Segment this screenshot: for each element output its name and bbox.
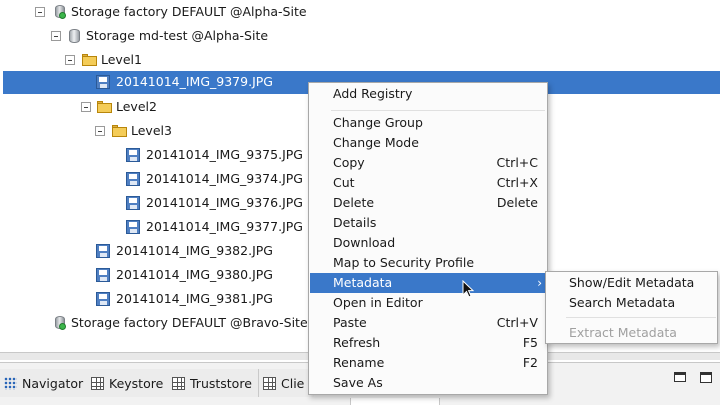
- menu-item-label: Delete: [333, 195, 375, 210]
- menu-item-paste[interactable]: Paste Ctrl+V: [310, 313, 546, 333]
- tree-node-label: 20141014_IMG_9380.JPG: [116, 267, 273, 282]
- menu-item-shortcut: Ctrl+X: [496, 175, 538, 190]
- menu-item-label: Add Registry: [333, 86, 413, 101]
- tree-node-label: Level2: [116, 99, 157, 114]
- panel-content-area: [350, 398, 440, 405]
- mouse-pointer-icon: [462, 280, 474, 298]
- tree-node-label: 20141014_IMG_9374.JPG: [146, 171, 303, 186]
- tree-node-label: 20141014_IMG_9377.JPG: [146, 219, 303, 234]
- menu-item-label: Metadata: [333, 275, 393, 290]
- tree-node-label: Level1: [101, 52, 142, 67]
- menu-item-label: Download: [333, 235, 396, 250]
- menu-item-shortcut: Ctrl+C: [496, 155, 538, 170]
- truststore-icon: [172, 376, 185, 390]
- menu-item-label: Rename: [333, 355, 385, 370]
- tab-truststore[interactable]: Truststore: [168, 369, 259, 397]
- menu-item-refresh[interactable]: Refresh F5: [310, 333, 546, 353]
- collapse-toggle[interactable]: [81, 102, 91, 112]
- image-file-icon: [96, 292, 110, 306]
- menu-item-shortcut: Ctrl+V: [496, 315, 538, 330]
- menu-item-cut[interactable]: Cut Ctrl+X: [310, 173, 546, 193]
- storage-factory-icon: [54, 315, 66, 330]
- tree-node-label: Storage factory DEFAULT @Bravo-Site: [71, 315, 308, 330]
- menu-separator: [566, 317, 716, 318]
- image-file-icon: [96, 268, 110, 282]
- folder-icon: [82, 54, 97, 66]
- image-file-icon: [96, 244, 110, 258]
- menu-item-label: Details: [333, 215, 377, 230]
- tab-label: Truststore: [190, 375, 252, 391]
- menu-item-label: Refresh: [333, 335, 381, 350]
- folder-icon: [112, 125, 127, 137]
- menu-item-label: Change Group: [333, 115, 423, 130]
- image-file-icon: [96, 75, 110, 89]
- menu-item-label: Cut: [333, 175, 355, 190]
- menu-item-label: Copy: [333, 155, 365, 170]
- submenu-item-extract-metadata: Extract Metadata: [547, 323, 717, 343]
- menu-item-details[interactable]: Details: [310, 213, 546, 233]
- submenu-item-label: Extract Metadata: [569, 325, 677, 340]
- menu-item-label: Open in Editor: [333, 295, 423, 310]
- menu-item-save-as[interactable]: Save As: [310, 373, 546, 393]
- menu-item-copy[interactable]: Copy Ctrl+C: [310, 153, 546, 173]
- menu-item-rename[interactable]: Rename F2: [310, 353, 546, 373]
- tree-node-storage-md-test[interactable]: Storage md-test @Alpha-Site: [0, 24, 720, 48]
- menu-item-open-in-editor[interactable]: Open in Editor: [310, 293, 546, 313]
- tab-keystore[interactable]: Keystore: [87, 369, 171, 397]
- menu-item-shortcut: Delete: [496, 195, 538, 210]
- tab-navigator[interactable]: Navigator: [0, 369, 91, 397]
- menu-item-shortcut: F5: [522, 335, 538, 350]
- keystore-icon: [91, 376, 104, 390]
- submenu-arrow-icon: ›: [537, 276, 542, 290]
- minimize-icon[interactable]: [674, 372, 686, 382]
- storage-icon: [69, 29, 80, 43]
- tab-label: Keystore: [109, 375, 164, 391]
- menu-item-change-mode[interactable]: Change Mode: [310, 133, 546, 153]
- tree-node-label: 20141014_IMG_9381.JPG: [116, 291, 273, 306]
- storage-factory-icon: [54, 4, 66, 19]
- tree-node-label: 20141014_IMG_9382.JPG: [116, 243, 273, 258]
- tree-node-label: Level3: [131, 123, 172, 138]
- image-file-icon: [126, 196, 140, 210]
- tree-node-label: 20141014_IMG_9379.JPG: [116, 74, 273, 89]
- navigator-icon: [4, 376, 17, 390]
- menu-item-change-group[interactable]: Change Group: [310, 113, 546, 133]
- tree-node-label: 20141014_IMG_9376.JPG: [146, 195, 303, 210]
- image-file-icon: [126, 172, 140, 186]
- client-icon: [263, 376, 276, 390]
- menu-item-delete[interactable]: Delete Delete: [310, 193, 546, 213]
- submenu-item-label: Show/Edit Metadata: [569, 275, 695, 290]
- image-file-icon: [126, 148, 140, 162]
- maximize-icon[interactable]: [700, 372, 712, 383]
- menu-item-shortcut: F2: [522, 355, 538, 370]
- submenu-item-show-edit-metadata[interactable]: Show/Edit Metadata: [547, 273, 717, 293]
- tab-client[interactable]: Clie: [259, 369, 314, 397]
- menu-separator: [331, 110, 545, 111]
- menu-item-label: Save As: [333, 375, 383, 390]
- submenu-item-search-metadata[interactable]: Search Metadata: [547, 293, 717, 313]
- tree-node-label: 20141014_IMG_9375.JPG: [146, 147, 303, 162]
- tree-node-label: Storage md-test @Alpha-Site: [86, 28, 269, 43]
- menu-item-add-registry[interactable]: Add Registry: [310, 84, 546, 104]
- tree-node-storage-factory-alpha[interactable]: Storage factory DEFAULT @Alpha-Site: [0, 0, 720, 24]
- image-file-icon: [126, 220, 140, 234]
- tree-node-label: Storage factory DEFAULT @Alpha-Site: [71, 4, 307, 19]
- menu-item-label: Paste: [333, 315, 367, 330]
- tab-label: Navigator: [22, 375, 84, 391]
- tab-label: Clie: [281, 375, 305, 391]
- menu-item-download[interactable]: Download: [310, 233, 546, 253]
- context-menu: Add Registry Change Group Change Mode Co…: [308, 82, 548, 395]
- collapse-toggle[interactable]: [51, 31, 61, 41]
- menu-item-label: Change Mode: [333, 135, 419, 150]
- folder-icon: [97, 101, 112, 113]
- menu-item-map-security-profile[interactable]: Map to Security Profile: [310, 253, 546, 273]
- collapse-toggle[interactable]: [95, 126, 105, 136]
- metadata-submenu: Show/Edit Metadata Search Metadata Extra…: [545, 271, 718, 344]
- collapse-toggle[interactable]: [65, 55, 75, 65]
- menu-item-metadata[interactable]: Metadata ›: [310, 273, 546, 293]
- submenu-item-label: Search Metadata: [569, 295, 676, 310]
- tree-node-level1[interactable]: Level1: [0, 48, 720, 72]
- collapse-toggle[interactable]: [35, 7, 45, 17]
- menu-item-label: Map to Security Profile: [333, 255, 475, 270]
